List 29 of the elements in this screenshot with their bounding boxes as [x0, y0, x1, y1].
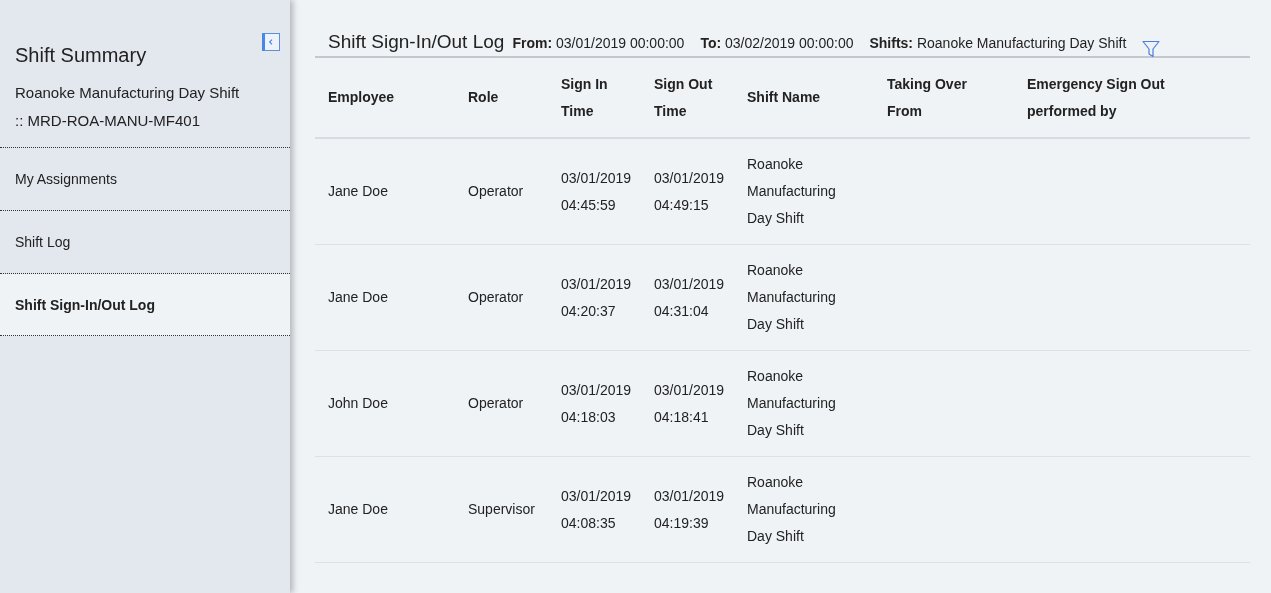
shift-subtitle: Roanoke Manufacturing Day Shift :: MRD-ROA-MANU-MF401 [15, 83, 241, 131]
column-header[interactable]: Employee [328, 84, 442, 111]
sidebar-item[interactable]: My Assignments [0, 148, 290, 211]
table-cell-text: Operator [468, 288, 525, 307]
collapse-icon[interactable] [262, 33, 280, 51]
table-cell-text: Jane Doe [328, 182, 389, 201]
table-cell-text: Jane Doe [328, 500, 389, 519]
table-cell-text: Operator [468, 182, 525, 201]
table-cell-text: Roanoke Manufacturing Day Shift [747, 367, 837, 440]
column-header[interactable]: Sign In Time [561, 70, 628, 125]
table-cell-text: Operator [468, 394, 525, 413]
table-cell-text: Jane Doe [328, 288, 389, 307]
filter-summary: Shifts: Roanoke Manufacturing Day Shift [869, 35, 1127, 51]
column-header[interactable]: Emergency Sign Out performed by [1027, 70, 1237, 125]
table-cell-text: Roanoke Manufacturing Day Shift [747, 261, 837, 334]
table-cell-text: Supervisor [468, 500, 535, 519]
table-cell-text: Roanoke Manufacturing Day Shift [747, 473, 837, 546]
table-cell-text: Roanoke Manufacturing Day Shift [747, 155, 837, 228]
sidebar-item[interactable]: Shift Sign-In/Out Log [0, 274, 290, 336]
column-header[interactable]: Sign Out Time [654, 70, 721, 125]
filter-icon[interactable] [1142, 40, 1161, 58]
sidebar-title: Shift Summary [15, 44, 148, 67]
column-header[interactable]: Taking Over From [887, 70, 1001, 125]
page-title: Shift Sign-In/Out Log [328, 31, 505, 53]
filter-summary: From: 03/01/2019 00:00:00 [512, 35, 685, 51]
table-cell-text: John Doe [328, 394, 389, 413]
column-header[interactable]: Role [468, 84, 535, 111]
filter-summary: To: 03/02/2019 00:00:00 [700, 35, 854, 51]
column-header[interactable]: Shift Name [747, 84, 861, 111]
